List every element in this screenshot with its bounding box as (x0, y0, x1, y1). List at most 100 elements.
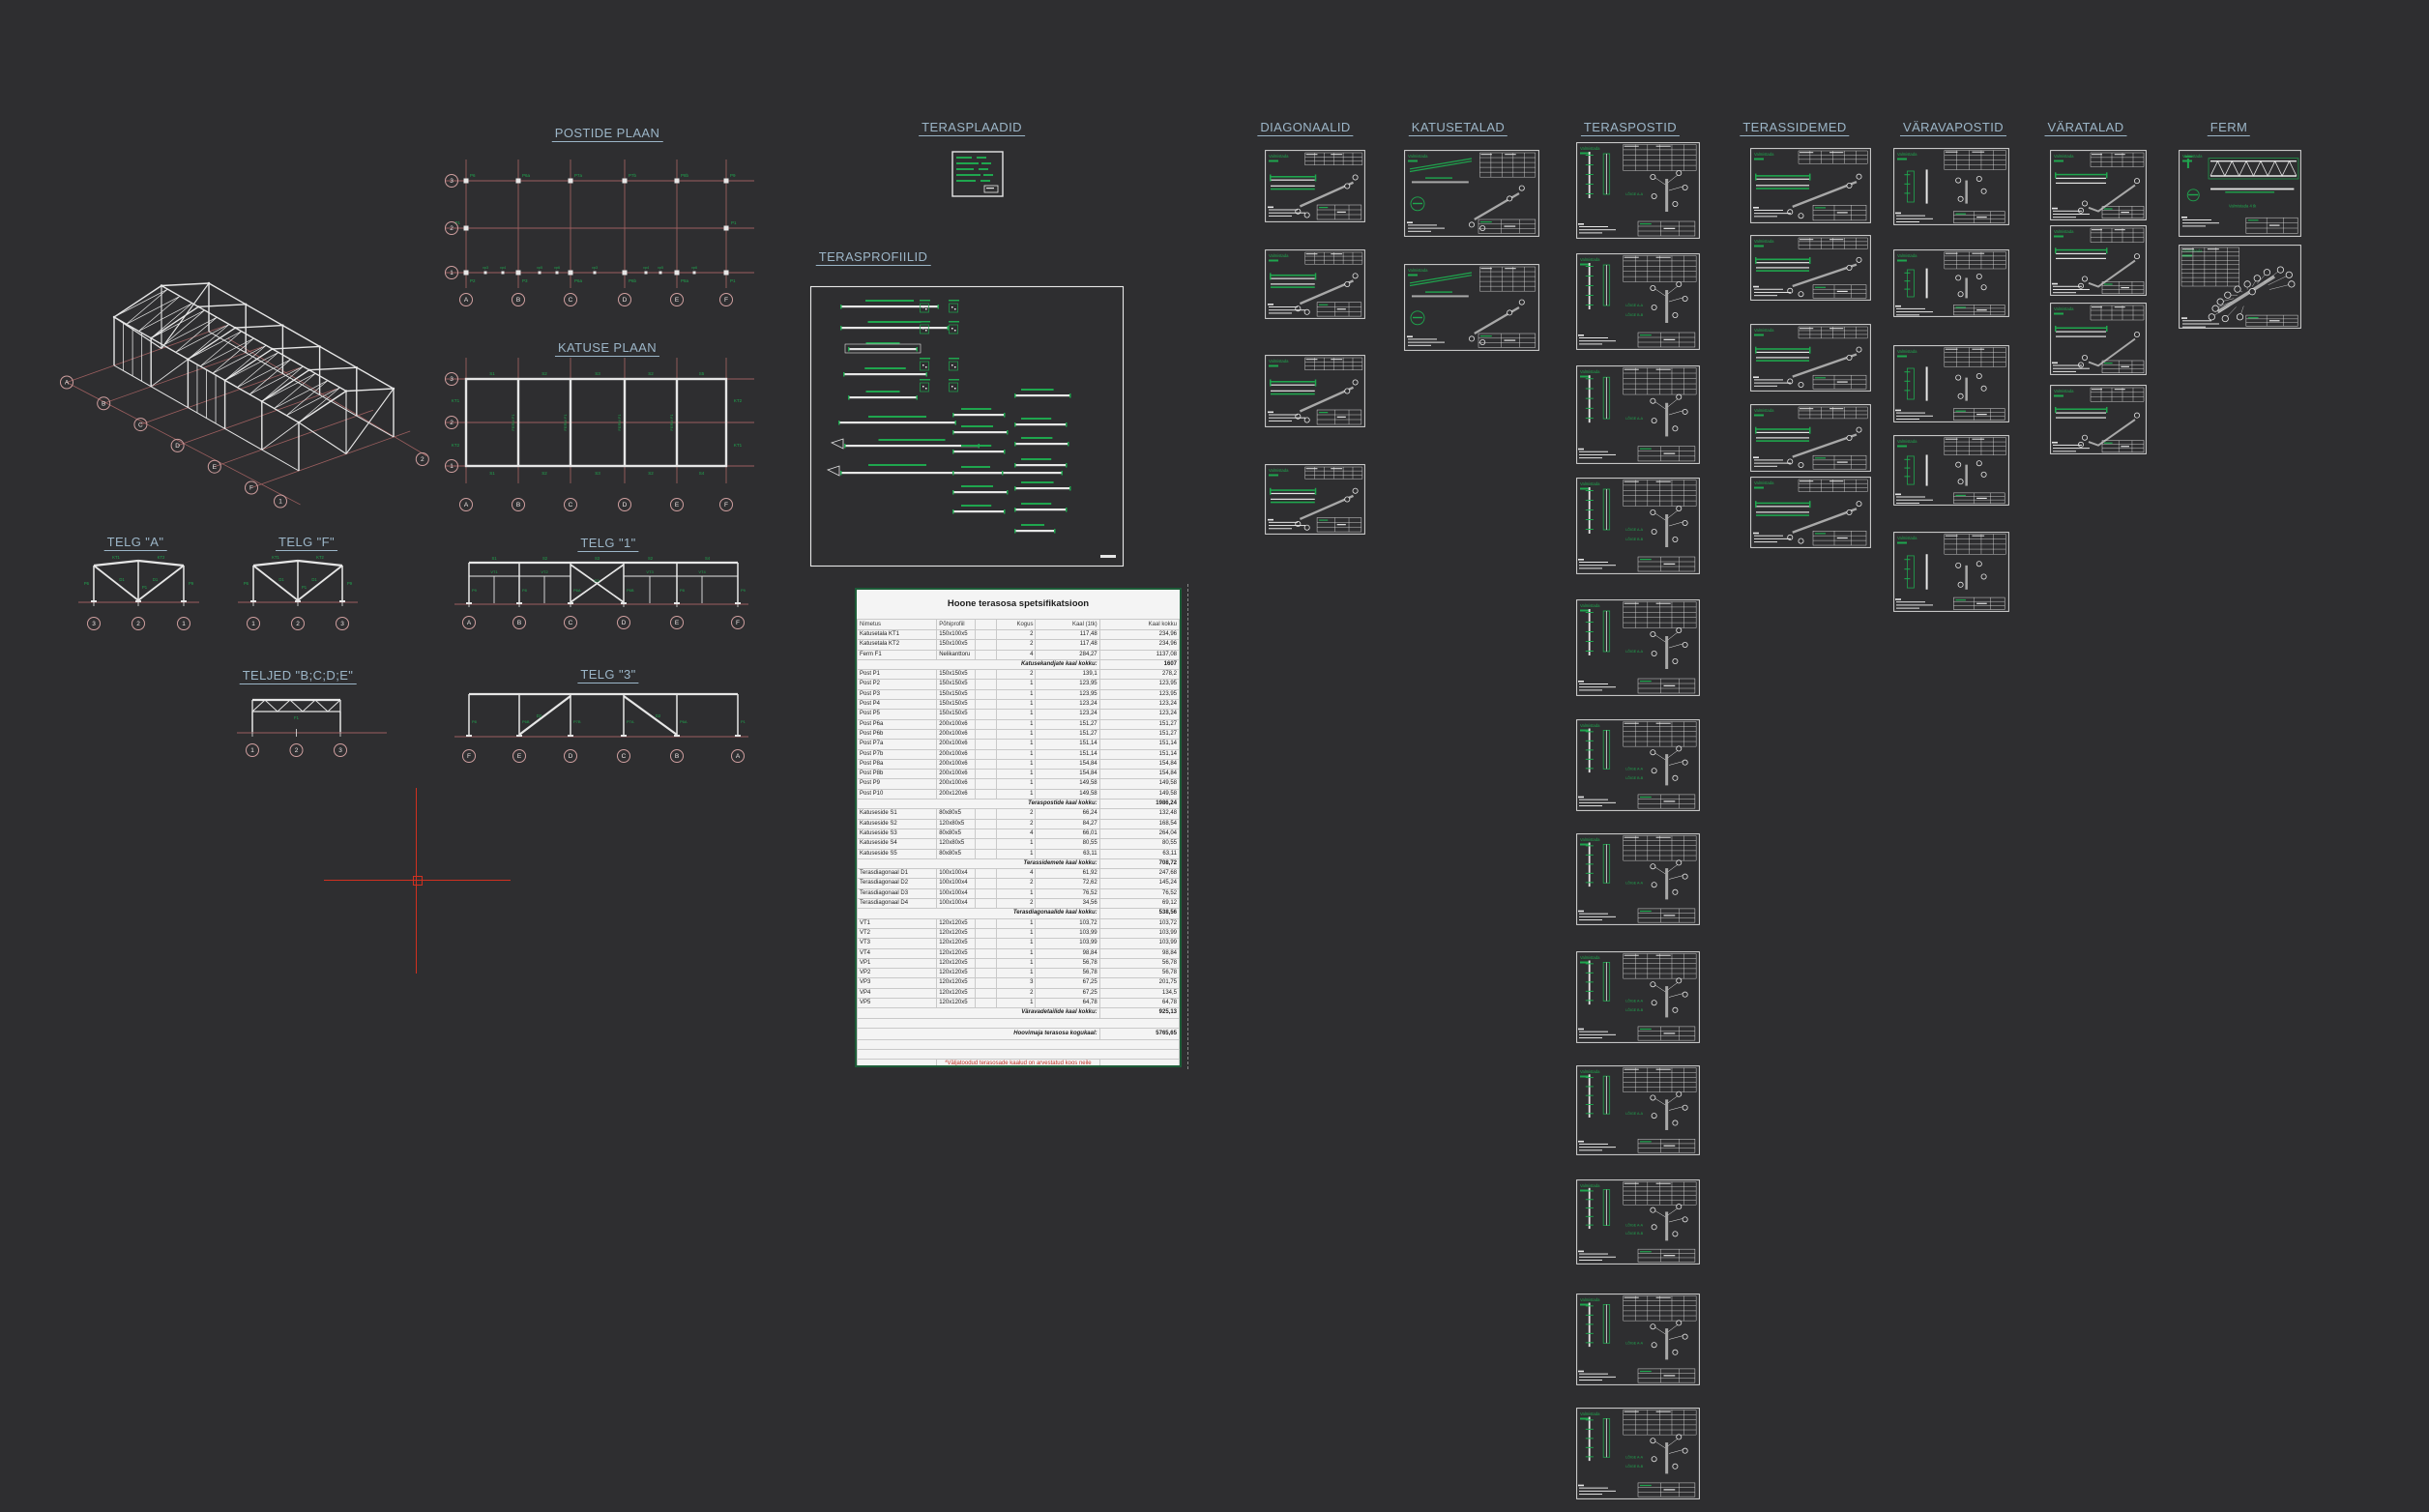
svg-text:A: A (65, 380, 70, 387)
member-label: S1 (491, 556, 497, 561)
gable-frame-elevation[interactable]: KT1KT2D1D1P6P1P9321 (58, 556, 218, 638)
member-label: vp4 (643, 266, 649, 270)
member-label: P9 (347, 581, 353, 586)
spec-row: VP4120x120x5267,25134,5 (858, 988, 1180, 998)
detail-sheet-väravapostid-2[interactable]: Valmistada (1893, 249, 2009, 317)
member-label: P6 (84, 581, 90, 586)
svg-text:B: B (516, 297, 520, 304)
isometric-view[interactable]: ABCDEF12 (62, 263, 429, 505)
detail-sheet-diagonaalid-4[interactable]: Valmistada (1265, 464, 1365, 535)
spec-row: Post P7b200x100x61151,14151,14 (858, 749, 1180, 759)
spec-row: Katuseside S2120x80x5284,27168,54 (858, 819, 1180, 829)
member-label: P7b (629, 173, 637, 178)
svg-text:3: 3 (340, 621, 344, 627)
svg-text:Valmistada: Valmistada (1580, 1411, 1600, 1416)
detail-sheet-väravapostid-4[interactable]: Valmistada (1893, 435, 2009, 506)
detail-sheet-väravapostid-5[interactable]: Valmistada (1893, 532, 2009, 612)
svg-text:3: 3 (338, 747, 342, 754)
member-label: P1 (741, 719, 746, 724)
long-elevation-axis3[interactable]: P8P6BP7BP7AP6AP1D2D2FEDCBA (447, 683, 756, 774)
specification-table[interactable]: Hoone terasosa spetsifikatsioonNimetusPõ… (855, 588, 1182, 1067)
spec-row: Ferm F1Nelikanttoru4284,271137,08 (858, 650, 1180, 659)
svg-text:Valmistada: Valmistada (1269, 154, 1289, 159)
detail-sheet-väravapostid-1[interactable]: Valmistada (1893, 148, 2009, 225)
member-label: P6 (244, 581, 249, 586)
spec-row: Katuseside S380x80x5466,01264,04 (858, 829, 1180, 838)
detail-sheet-teraspostid-7[interactable]: ValmistadaLÕIGE A-A (1576, 833, 1700, 925)
member-label: S5 (699, 371, 705, 376)
svg-text:Valmistada: Valmistada (1897, 439, 1917, 444)
detail-sheet-diagonaalid-2[interactable]: Valmistada (1265, 249, 1365, 319)
detail-sheet-terassidemed-2[interactable]: Valmistada (1750, 235, 1871, 301)
detail-sheet-väratalad-2[interactable]: Valmistada (2050, 225, 2147, 296)
detail-sheet-teraspostid-9[interactable]: ValmistadaLÕIGE A-A (1576, 1065, 1700, 1155)
detail-sheet-väratalad-1[interactable]: Valmistada (2050, 150, 2147, 220)
detail-sheet-ferm-2[interactable]: Valmistada (2179, 245, 2301, 329)
truss-frame-elevation[interactable]: F1123 (232, 688, 396, 775)
detail-sheet-teraspostid-1[interactable]: ValmistadaLÕIGE A-A (1576, 142, 1700, 239)
posts-plan[interactable]: P6P2P6aP3P7aP6aP7bP6bP8bP8aP9P1P1P1vp3vp… (440, 118, 769, 350)
detail-sheet-terassidemed-5[interactable]: Valmistada (1750, 477, 1871, 548)
member-label: D1 (153, 577, 159, 582)
detail-sheet-väratalad-4[interactable]: Valmistada (2050, 385, 2147, 454)
svg-text:Valmistada: Valmistada (1408, 154, 1428, 159)
detail-sheet-teraspostid-5[interactable]: ValmistadaLÕIGE A-A (1576, 599, 1700, 696)
title-terasprofiilid: TERASPROFIILID (816, 249, 931, 266)
detail-sheet-terassidemed-4[interactable]: Valmistada (1750, 404, 1871, 472)
steel-profiles-panel[interactable] (810, 286, 1124, 567)
svg-text:Valmistada: Valmistada (1754, 239, 1774, 244)
detail-sheet-katusetalad-1[interactable]: Valmistada (1404, 150, 1539, 237)
detail-sheet-diagonaalid-3[interactable]: Valmistada (1265, 355, 1365, 427)
svg-text:A: A (467, 620, 472, 626)
svg-text:F: F (249, 485, 253, 492)
spec-row: VT4120x120x5198,8498,84 (858, 948, 1180, 958)
spec-row: Katuseside S180x80x5266,24132,48 (858, 809, 1180, 819)
svg-text:C: C (569, 620, 573, 626)
detail-sheet-teraspostid-11[interactable]: ValmistadaLÕIGE A-A (1576, 1294, 1700, 1385)
svg-text:3: 3 (92, 621, 96, 627)
detail-sheet-ferm-1[interactable]: ValmistadaValmistada 4 tk (2179, 150, 2301, 237)
spec-subtotal-row: Terasdiagonaalide kaal kokku:538,56 (858, 909, 1180, 918)
detail-sheet-teraspostid-10[interactable]: ValmistadaLÕIGE A-ALÕIGE B-B (1576, 1179, 1700, 1265)
spec-row: Post P3150x150x51123,95123,95 (858, 689, 1180, 699)
detail-sheet-väratalad-3[interactable]: Valmistada (2050, 303, 2147, 375)
member-label: S3 (595, 371, 600, 376)
detail-sheet-teraspostid-8[interactable]: ValmistadaLÕIGE A-ALÕIGE B-B (1576, 951, 1700, 1043)
svg-text:LÕIGE A-A: LÕIGE A-A (1625, 1454, 1643, 1459)
member-label: S2 (648, 471, 654, 476)
col-header-katusetalad: KATUSETALAD (1409, 120, 1507, 136)
detail-sheet-teraspostid-2[interactable]: ValmistadaLÕIGE A-ALÕIGE B-B (1576, 253, 1700, 350)
detail-sheet-teraspostid-3[interactable]: ValmistadaLÕIGE A-A (1576, 365, 1700, 464)
detail-sheet-katusetalad-2[interactable]: Valmistada (1404, 264, 1539, 351)
detail-sheet-diagonaalid-1[interactable]: Valmistada (1265, 150, 1365, 222)
svg-text:Valmistada: Valmistada (1580, 146, 1600, 151)
member-label: KT1 (272, 555, 279, 560)
spec-subtotal-row: Teraspostide kaal kokku:1986,24 (858, 800, 1180, 809)
svg-text:2: 2 (421, 456, 424, 463)
detail-sheet-terassidemed-1[interactable]: Valmistada (1750, 148, 1871, 223)
col-header-ferm: FERM (2208, 120, 2250, 136)
svg-text:3: 3 (450, 376, 454, 383)
detail-sheet-terassidemed-3[interactable]: Valmistada (1750, 324, 1871, 392)
svg-text:C: C (138, 422, 143, 428)
member-label: P6A (680, 719, 688, 724)
svg-text:Valmistada: Valmistada (2054, 229, 2074, 234)
member-label: vp3 (592, 266, 598, 270)
svg-text:LÕIGE A-A: LÕIGE A-A (1625, 766, 1643, 771)
detail-sheet-teraspostid-4[interactable]: ValmistadaLÕIGE A-ALÕIGE B-B (1576, 478, 1700, 574)
title-telg-3: TELG "3" (577, 667, 638, 683)
long-elevation-axis1[interactable]: P9P8P6AP6BP8P9S1S2S3S2S4VT1VT2D3VT3VT4AB… (447, 553, 756, 645)
detail-sheet-teraspostid-12[interactable]: ValmistadaLÕIGE A-ALÕIGE B-B (1576, 1408, 1700, 1499)
detail-sheet-väravapostid-3[interactable]: Valmistada (1893, 345, 2009, 422)
spec-row: Post P9200x100x61149,58149,58 (858, 779, 1180, 789)
member-label: P1 (731, 220, 737, 225)
svg-text:B: B (102, 401, 105, 408)
gable-frame-elevation[interactable]: KT1KT2D1D1P6P1P9123 (232, 556, 392, 638)
steel-plates-card[interactable] (951, 151, 1004, 197)
member-label: S4 (699, 471, 705, 476)
cad-model-space[interactable]: POSTIDE PLAAN KATUSE PLAAN TERASPLAADID … (0, 0, 2429, 1512)
roof-plan[interactable]: FERM F1FERM F1FERM F1FERM F1S1S1S2S2S3S3… (440, 331, 769, 529)
svg-text:Valmistada: Valmistada (2054, 389, 2074, 393)
member-label: VT2 (541, 569, 548, 574)
detail-sheet-teraspostid-6[interactable]: ValmistadaLÕIGE A-ALÕIGE B-B (1576, 719, 1700, 811)
